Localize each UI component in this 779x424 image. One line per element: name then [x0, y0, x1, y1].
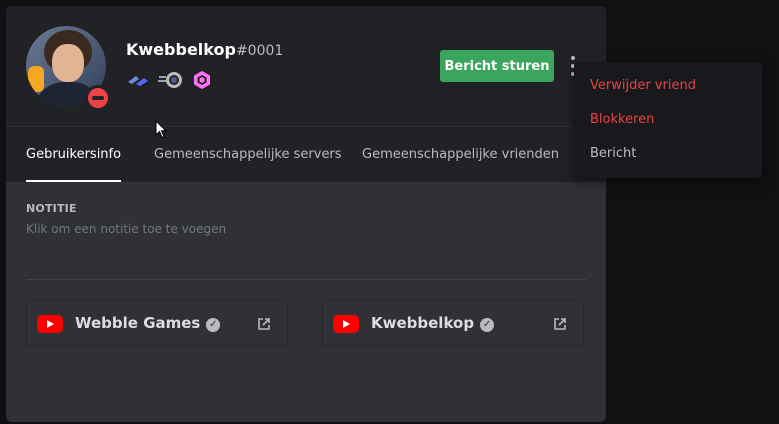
nitro-boost-icon[interactable] — [158, 70, 182, 90]
verified-icon: ✓ — [206, 318, 221, 332]
connected-account: Kwebbelkop ✓ — [322, 300, 584, 346]
dnd-status-icon — [85, 85, 111, 111]
note-title: NOTITIE — [26, 202, 77, 215]
profile-header: Kwebbelkop#0001 Bericht sturen Gebruiker… — [6, 6, 606, 182]
section-divider — [26, 279, 586, 280]
tab-user-info[interactable]: Gebruikersinfo — [26, 127, 122, 182]
context-menu: Verwijder vriend Blokkeren Bericht — [574, 62, 762, 178]
tab-mutual-servers[interactable]: Gemeenschappelijke servers — [154, 127, 342, 182]
avatar[interactable] — [26, 26, 111, 111]
youtube-icon — [37, 315, 63, 333]
connected-account: Webble Games ✓ — [26, 300, 288, 346]
menu-item-remove-friend[interactable]: Verwijder vriend — [590, 78, 696, 93]
hypesquad-balance-icon[interactable] — [126, 70, 148, 90]
youtube-icon — [333, 315, 359, 333]
username: Kwebbelkop — [126, 40, 236, 59]
username-row: Kwebbelkop#0001 — [126, 40, 283, 59]
send-message-button[interactable]: Bericht sturen — [440, 50, 554, 82]
external-link-icon[interactable] — [553, 316, 567, 330]
external-link-icon[interactable] — [257, 316, 271, 330]
user-profile-modal: Kwebbelkop#0001 Bericht sturen Gebruiker… — [6, 6, 606, 422]
verified-icon: ✓ — [480, 318, 495, 332]
account-name: Webble Games ✓ — [75, 314, 221, 332]
account-name: Kwebbelkop ✓ — [371, 314, 495, 332]
mouse-cursor-icon — [155, 119, 169, 140]
menu-item-block[interactable]: Blokkeren — [590, 112, 654, 127]
menu-item-message[interactable]: Bericht — [590, 146, 636, 161]
note-input[interactable]: Klik om een notitie toe te voegen — [26, 222, 586, 242]
tab-mutual-friends[interactable]: Gemeenschappelijke vrienden — [362, 127, 559, 182]
server-booster-gem-icon[interactable] — [192, 70, 214, 90]
discriminator: #0001 — [235, 43, 284, 59]
